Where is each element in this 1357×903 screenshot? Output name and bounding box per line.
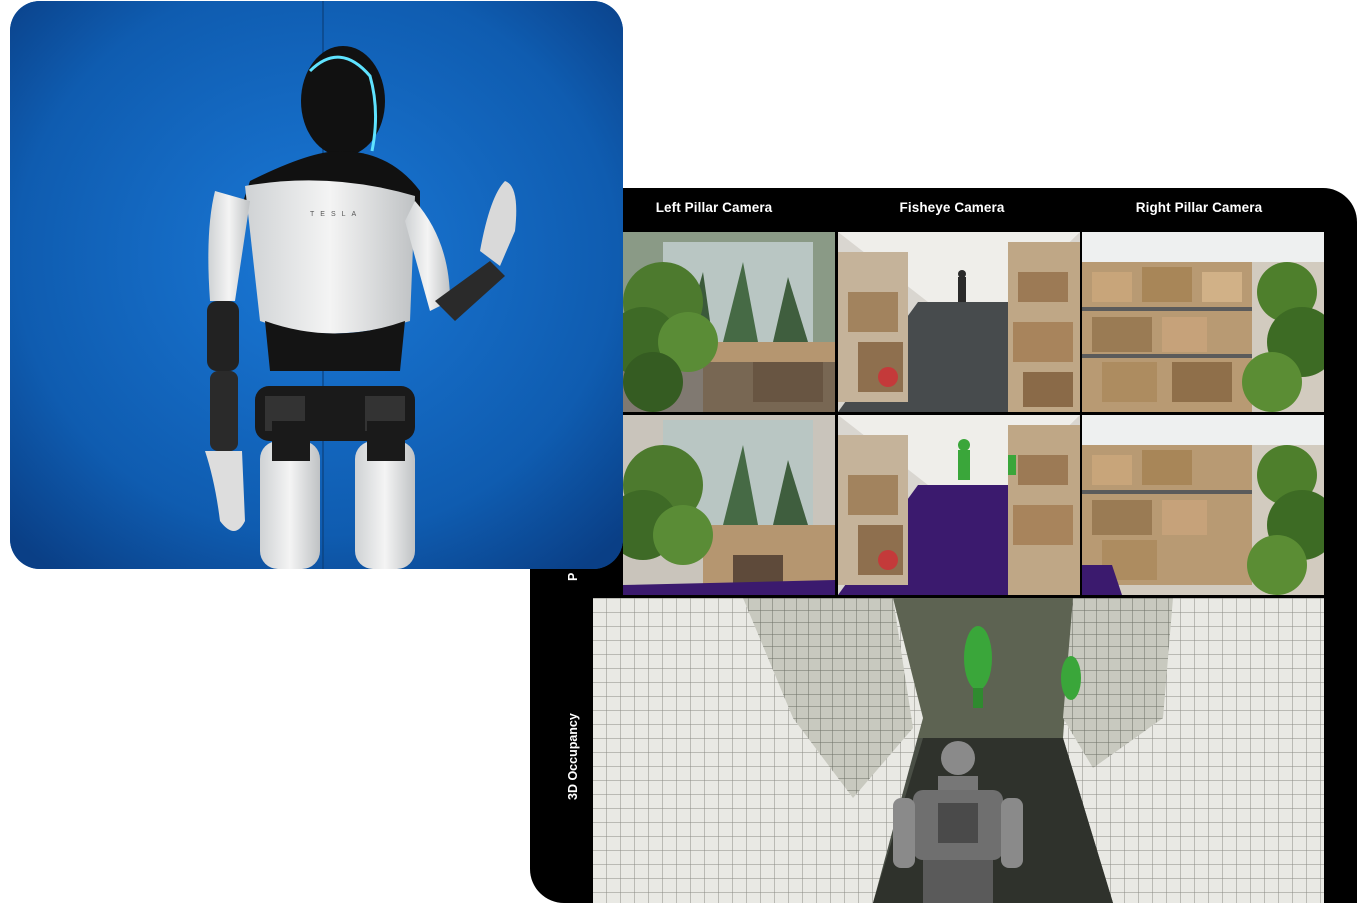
left-pillar-camera-image — [623, 232, 835, 412]
humanoid-robot-photo: TESLA — [10, 1, 623, 569]
perception-dashboard: Left Pillar Camera Fisheye Camera Right … — [530, 188, 1357, 903]
fisheye-camera-header: Fisheye Camera — [899, 200, 1005, 215]
occupancy-row-label: 3D Occupancy — [566, 713, 580, 800]
left-pillar-camera-header: Left Pillar Camera — [655, 200, 773, 215]
fisheye-camera-image — [838, 232, 1080, 412]
right-pillar-camera-header: Right Pillar Camera — [1135, 200, 1263, 215]
left-pillar-segmentation-image — [623, 415, 835, 595]
right-pillar-camera-image — [1082, 232, 1324, 412]
right-pillar-segmentation-image — [1082, 415, 1324, 595]
prediction-row-label: P — [566, 572, 580, 581]
fisheye-segmentation-image — [838, 415, 1080, 595]
robot-chest-logo: TESLA — [310, 211, 362, 218]
3d-occupancy-view — [593, 598, 1324, 903]
